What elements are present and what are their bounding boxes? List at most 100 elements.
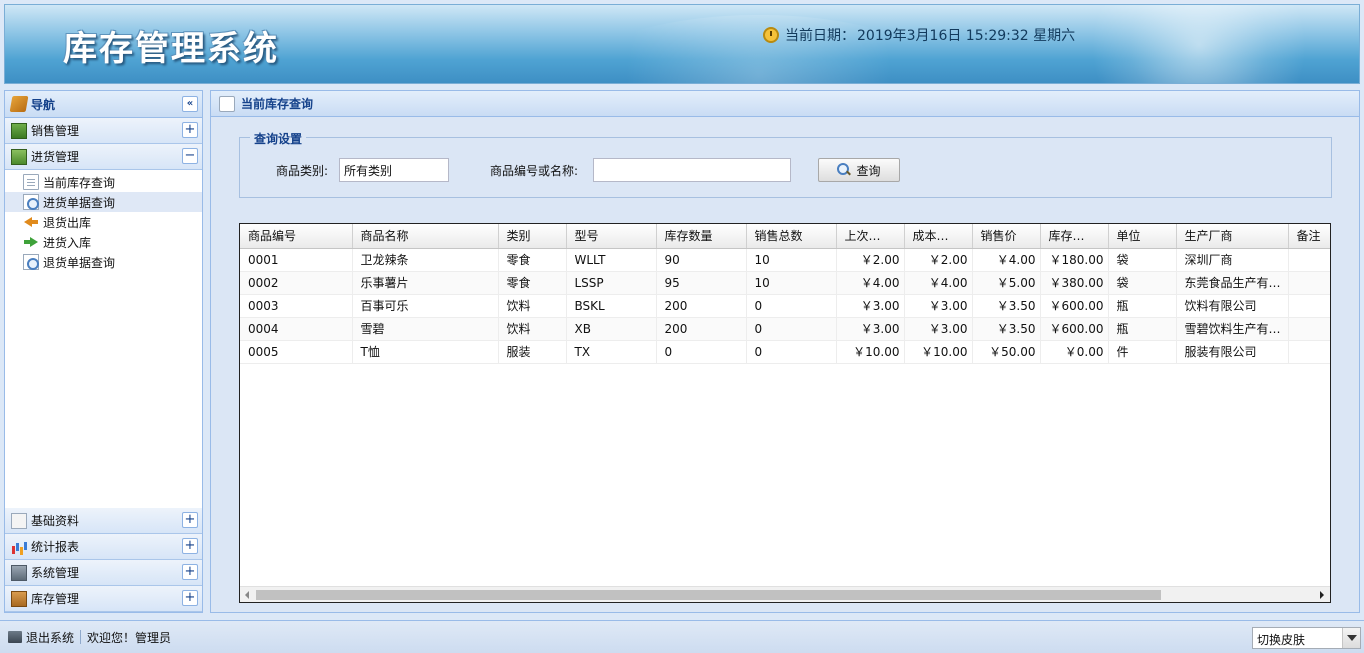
table-cell: 0002 [240, 271, 353, 295]
column-header[interactable]: 生产厂商 [1176, 224, 1289, 249]
table-cell: 0 [746, 340, 837, 364]
table-cell: 件 [1108, 340, 1177, 364]
search-button[interactable]: 查询 [818, 158, 900, 182]
category-select[interactable] [339, 158, 449, 182]
nav-section-base-data[interactable]: 基础资料 + [5, 508, 202, 534]
table-cell: 0 [656, 340, 747, 364]
nav-item-purchase-query[interactable]: 进货单据查询 [5, 192, 202, 212]
category-label: 商品类别: [276, 164, 329, 178]
table-cell: 袋 [1108, 271, 1177, 295]
column-header[interactable]: 库存数量 [656, 224, 747, 249]
scroll-left-icon[interactable] [245, 591, 249, 599]
table-cell: 饮料有限公司 [1176, 294, 1289, 318]
nav-item-return-query[interactable]: 退货单据查询 [5, 252, 202, 272]
column-header[interactable]: 商品编号 [240, 224, 353, 249]
nav-item-label: 退货单据查询 [43, 255, 116, 270]
nav-section-system[interactable]: 系统管理 + [5, 560, 202, 586]
table-cell: ￥10.00 [836, 340, 905, 364]
expand-icon[interactable]: + [182, 564, 198, 580]
table-cell: 0005 [240, 340, 353, 364]
horizontal-scrollbar[interactable] [240, 586, 1330, 602]
table-row[interactable]: 0002 乐事薯片 零食 LSSP 95 10 ￥4.00 ￥4.00 ￥5.00 ￥380.00… [240, 271, 1330, 295]
table-cell: ￥50.00 [972, 340, 1041, 364]
column-header[interactable]: 单位 [1108, 224, 1177, 249]
nav-section-purchase[interactable]: 进货管理 − [5, 144, 202, 170]
column-header[interactable]: 成本… [904, 224, 973, 249]
table-cell: ￥3.00 [904, 294, 973, 318]
expand-icon[interactable]: + [182, 590, 198, 606]
return-out-icon [23, 214, 39, 230]
header-globe-decoration [1069, 5, 1329, 83]
column-header[interactable]: 型号 [566, 224, 657, 249]
nav-bottom-sections: 基础资料 + 统计报表 + 系统管理 + 库存管理 + [5, 508, 202, 612]
logout-link[interactable]: 退出系统 [26, 629, 74, 646]
expand-icon[interactable]: + [182, 122, 198, 138]
column-header[interactable]: 销售总数 [746, 224, 837, 249]
nav-item-label: 进货单据查询 [43, 195, 116, 210]
nav-item-current-stock[interactable]: 当前库存查询 [5, 172, 202, 192]
column-header[interactable]: 备注 [1288, 224, 1330, 249]
scrollbar-thumb[interactable] [256, 590, 1161, 600]
expand-icon[interactable]: + [182, 512, 198, 528]
nav-item-label: 退货出库 [43, 215, 92, 230]
table-cell: 饮料 [498, 317, 567, 341]
collapse-navigation-button[interactable]: « [182, 96, 198, 112]
table-cell: 深圳厂商 [1176, 248, 1289, 272]
table-cell: 0 [746, 317, 837, 341]
chevron-down-icon[interactable] [1342, 628, 1360, 648]
table-cell: 0004 [240, 317, 353, 341]
column-header[interactable]: 商品名称 [352, 224, 499, 249]
skin-select[interactable]: 切换皮肤 [1252, 627, 1361, 649]
table-cell: ￥4.00 [972, 248, 1041, 272]
nav-section-label: 销售管理 [31, 124, 80, 138]
scroll-right-icon[interactable] [1320, 591, 1324, 599]
table-cell [1288, 340, 1330, 364]
collapse-icon[interactable]: − [182, 148, 198, 164]
app-header: 库存管理系统 当前日期： 2019年3月16日 15:29:32 星期六 [4, 4, 1360, 84]
table-cell: TX [566, 340, 657, 364]
stock-table: 商品编号 商品名称 类别 型号 库存数量 销售总数 上次… 成本… 销售价 库存… 单位 生产厂商 备注… [240, 224, 1330, 364]
navigation-panel: 导航 « 销售管理 + 进货管理 − 当前库存查询 进货单据查询 退货出库 进货… [4, 90, 203, 613]
skin-select-value: 切换皮肤 [1257, 633, 1306, 647]
nav-section-reports[interactable]: 统计报表 + [5, 534, 202, 560]
monitor-icon [8, 631, 22, 643]
signpost-icon [9, 96, 29, 112]
code-or-name-input[interactable] [593, 158, 791, 182]
expand-icon[interactable]: + [182, 538, 198, 554]
column-header[interactable]: 类别 [498, 224, 567, 249]
table-cell: ￥3.00 [836, 317, 905, 341]
column-header[interactable]: 上次… [836, 224, 905, 249]
code-or-name-label: 商品编号或名称: [490, 164, 579, 178]
nav-section-sales[interactable]: 销售管理 + [5, 118, 202, 144]
table-cell: ￥380.00 [1040, 271, 1109, 295]
alarm-clock-icon [763, 27, 779, 43]
table-header-row: 商品编号 商品名称 类别 型号 库存数量 销售总数 上次… 成本… 销售价 库存… 单位 生产厂商 备注 [240, 224, 1330, 249]
base-data-icon [11, 512, 27, 529]
table-row[interactable]: 0005 T恤 服装 TX 0 0 ￥10.00 ￥10.00 ￥50.00 ￥0.00 件服装有限… [240, 340, 1330, 364]
main-panel-header: 当前库存查询 [211, 91, 1359, 117]
nav-item-return-out[interactable]: 退货出库 [5, 212, 202, 232]
table-cell: ￥10.00 [904, 340, 973, 364]
table-cell: ￥180.00 [1040, 248, 1109, 272]
navigation-title: 导航 [31, 97, 56, 112]
table-cell: BSKL [566, 294, 657, 318]
column-header[interactable]: 销售价 [972, 224, 1041, 249]
navigation-header: 导航 « [5, 91, 202, 118]
nav-item-stock-in[interactable]: 进货入库 [5, 232, 202, 252]
table-cell: ￥3.50 [972, 317, 1041, 341]
chart-icon [11, 539, 27, 555]
table-body: 0001 卫龙辣条 零食 WLLT 90 10 ￥2.00 ￥2.00 ￥4.00 ￥180.00… [240, 248, 1330, 364]
table-row[interactable]: 0003 百事可乐 饮料 BSKL 200 0 ￥3.00 ￥3.00 ￥3.50 ￥600.00… [240, 294, 1330, 318]
column-header[interactable]: 库存… [1040, 224, 1109, 249]
nav-section-stock[interactable]: 库存管理 + [5, 586, 202, 612]
table-row[interactable]: 0004 雪碧 饮料 XB 200 0 ￥3.00 ￥3.00 ￥3.50 ￥600.00 瓶雪碧饮… [240, 317, 1330, 341]
nav-item-label: 当前库存查询 [43, 175, 116, 190]
table-cell: 瓶 [1108, 317, 1177, 341]
table-cell: 瓶 [1108, 294, 1177, 318]
table-cell: T恤 [352, 340, 499, 364]
table-cell [1288, 317, 1330, 341]
table-cell: 袋 [1108, 248, 1177, 272]
table-cell: 饮料 [498, 294, 567, 318]
table-cell: 雪碧饮料生产有… [1176, 317, 1289, 341]
table-row[interactable]: 0001 卫龙辣条 零食 WLLT 90 10 ￥2.00 ￥2.00 ￥4.00 ￥180.00… [240, 248, 1330, 272]
